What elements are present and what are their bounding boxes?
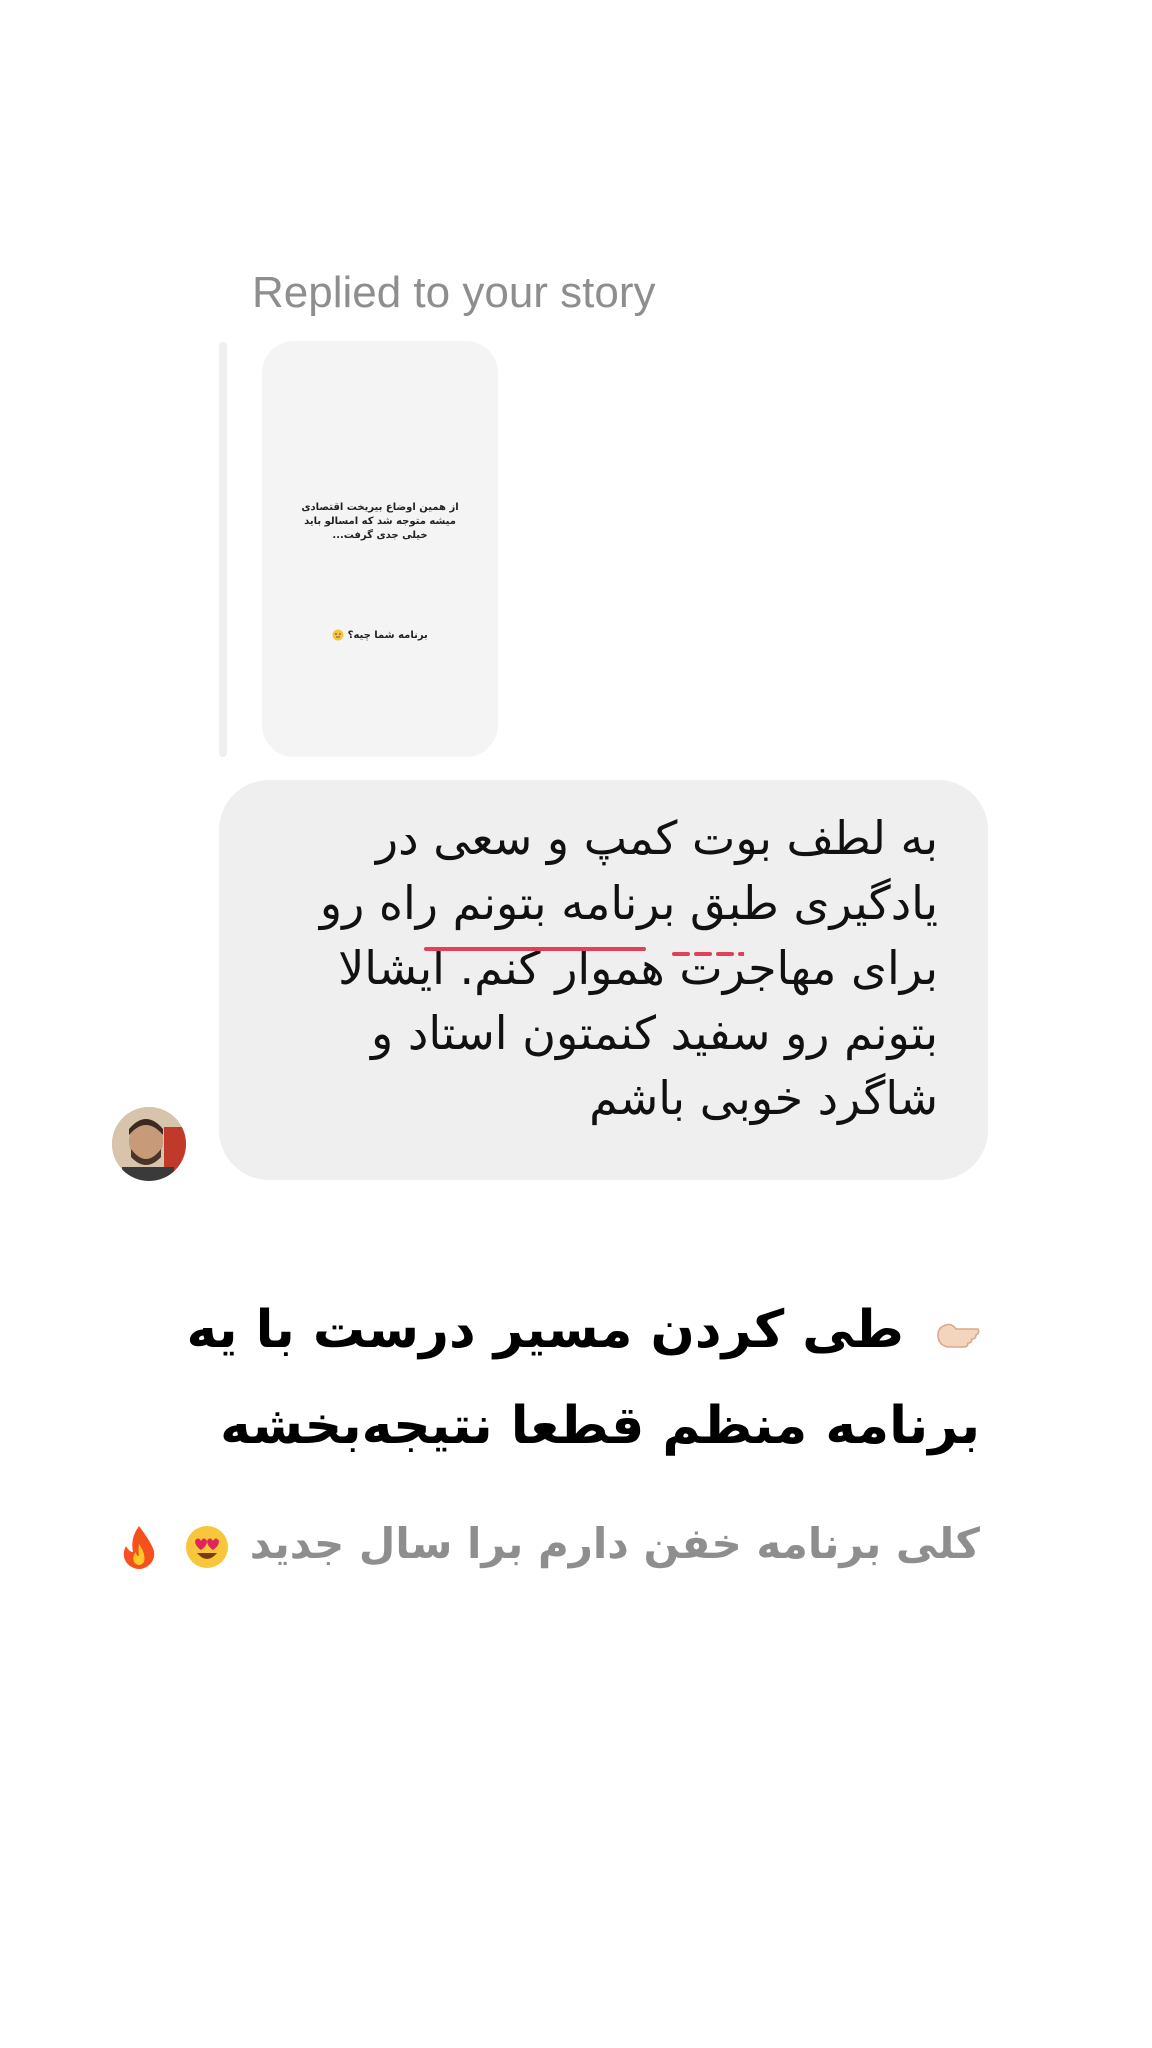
neutral-face-icon xyxy=(332,629,344,641)
replied-to-story-label: Replied to your story xyxy=(252,268,656,317)
avatar-photo xyxy=(112,1107,186,1181)
fire-icon xyxy=(124,1525,155,1569)
heart-eyes-icon xyxy=(186,1525,229,1568)
message-bubble[interactable]: به لطف بوت کمپ و سعی در یادگیری طبق برنا… xyxy=(219,780,988,1180)
sender-avatar[interactable] xyxy=(112,1107,186,1181)
story-thumbnail-text: از همین اوضاع بیریخت اقتصادی میشه متوجه … xyxy=(301,502,459,541)
story-thumbnail[interactable]: از همین اوضاع بیریخت اقتصادی میشه متوجه … xyxy=(262,341,498,757)
caption-headline: طی کردن مسیر درست با یه برنامه منظم قطعا… xyxy=(150,1282,980,1474)
caption-headline-text: طی کردن مسیر درست با یه برنامه منظم قطعا… xyxy=(186,1300,980,1456)
story-thumbnail-question: برنامه شما چیه؟ xyxy=(262,629,498,641)
message-text: به لطف بوت کمپ و سعی در یادگیری طبق برنا… xyxy=(319,811,938,1125)
caption-subline: کلی برنامه خفن دارم برا سال جدید xyxy=(124,1514,980,1574)
spellcheck-underline xyxy=(424,947,744,956)
quote-bar xyxy=(219,342,227,757)
caption-subline-text: کلی برنامه خفن دارم برا سال جدید xyxy=(249,1519,980,1568)
story-question-text: برنامه شما چیه؟ xyxy=(347,630,428,641)
pointing-hand-icon xyxy=(937,1323,980,1348)
